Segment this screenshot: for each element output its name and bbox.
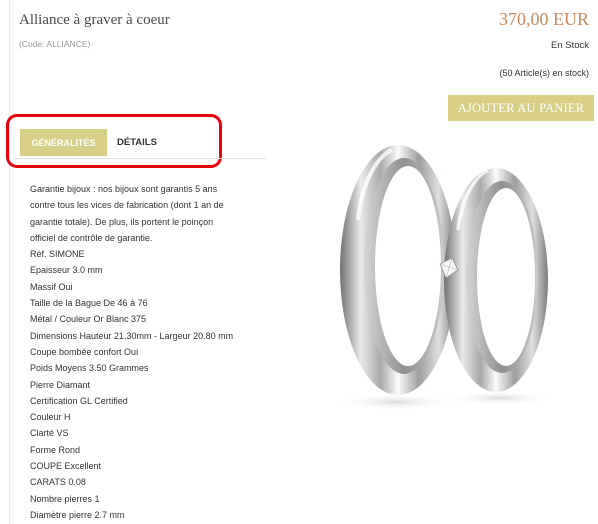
spec-line: officiel de contrôle de garantie. (30, 232, 153, 243)
left-ring-shape (340, 145, 456, 395)
spec-line: Coupe bombée confort Oui (30, 346, 139, 357)
left-divider (9, 0, 10, 524)
product-price: 370,00 EUR (499, 9, 589, 29)
spec-line: COUPE Excellent (30, 461, 102, 472)
spec-line: Dimensions Hauteur 21.30mm - Largeur 20.… (30, 330, 234, 341)
spec-line: Poids Moyens 3.50 Grammes (30, 363, 149, 374)
tabs-underline (14, 158, 266, 159)
spec-line: Nombre pierres 1 (30, 493, 100, 504)
spec-line: Forme Rond (30, 444, 81, 455)
stock-count: (50 Article(s) en stock) (499, 68, 589, 78)
spec-line: Couleur H (30, 412, 71, 423)
tab-details[interactable]: DÉTAILS (117, 129, 157, 156)
spec-line: contre tous les vices de fabrication (do… (30, 200, 224, 211)
spec-line: Taille de la Bague De 46 à 76 (30, 298, 148, 309)
spec-line: Epaisseur 3.0 mm (30, 265, 103, 276)
spec-line: CARATS 0.08 (30, 477, 86, 488)
product-specs-list: Garantie bijoux : nos bijoux sont garant… (30, 181, 270, 523)
spec-line: Certification GL Certified (30, 395, 128, 406)
wedding-rings-image (334, 145, 554, 410)
tab-generalites[interactable]: GÉNÉRALITÉS (20, 129, 107, 156)
spec-line: Diamètre pierre 2.7 mm (30, 509, 125, 520)
right-ring-shape (439, 168, 548, 392)
spec-line: Métal / Couleur Or Blanc 375 (30, 314, 147, 325)
spec-line: garantie totale). De plus, ils portent l… (30, 216, 214, 227)
product-code: (Code: ALLIANCE) (19, 39, 91, 49)
add-to-cart-button[interactable]: AJOUTER AU PANIER (448, 95, 594, 121)
spec-line: Massif Oui (30, 281, 73, 292)
spec-line: Réf. SIMONE (30, 249, 85, 260)
product-title: Alliance à graver à coeur (19, 12, 170, 28)
spec-line: Garantie bijoux : nos bijoux sont garant… (30, 184, 218, 194)
spec-line: Clarté VS (30, 428, 69, 439)
stock-status: En Stock (550, 40, 589, 51)
spec-line: Pierre Diamant (30, 379, 91, 390)
